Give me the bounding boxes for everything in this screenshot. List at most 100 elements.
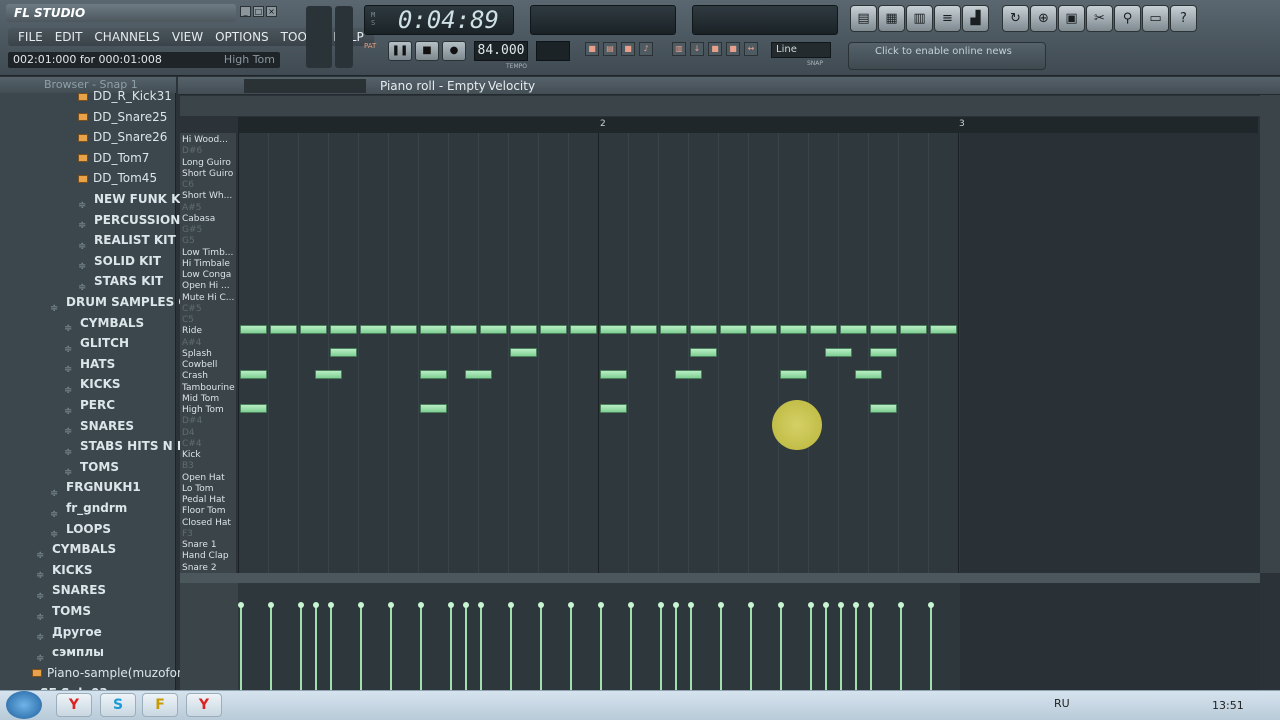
note[interactable] — [870, 325, 897, 335]
play-button[interactable]: ❚❚ — [388, 41, 412, 61]
notes-icon[interactable]: ▭ — [1142, 5, 1169, 32]
piano-key-label[interactable]: Crash — [182, 371, 236, 382]
browser-item[interactable]: ≑ LOOPS — [50, 519, 111, 539]
yandex-taskbar-icon[interactable]: Y — [56, 693, 92, 717]
browser-item[interactable]: ≑ NEW FUNK KIT — [78, 189, 193, 209]
piano-key-label[interactable]: D#6 — [182, 146, 236, 157]
piano-key-label[interactable]: C#5 — [182, 304, 236, 315]
browser-item[interactable]: ≑ KICKS — [64, 374, 121, 394]
velocity-stem[interactable] — [390, 605, 392, 691]
note[interactable] — [360, 325, 387, 335]
velocity-handle[interactable] — [718, 602, 724, 608]
note[interactable] — [420, 404, 447, 413]
note-grid-empty[interactable] — [960, 133, 1260, 573]
note[interactable] — [420, 370, 447, 380]
velocity-stem[interactable] — [930, 605, 932, 691]
note[interactable] — [840, 325, 867, 335]
velocity-stem[interactable] — [630, 605, 632, 691]
browser-item[interactable]: ≑ STARS KIT — [78, 271, 163, 291]
velocity-handle[interactable] — [478, 602, 484, 608]
velocity-stem[interactable] — [420, 605, 422, 691]
save-icon[interactable]: ▣ — [1058, 5, 1085, 32]
browser-item[interactable]: ≑ TOMS — [36, 601, 91, 621]
note[interactable] — [690, 347, 717, 357]
tool-icon-5[interactable]: ▥ — [672, 42, 686, 56]
plugin-icon[interactable]: ⊕ — [1030, 5, 1057, 32]
velocity-handle[interactable] — [823, 602, 829, 608]
piano-key-label[interactable]: Closed Hat — [182, 518, 236, 529]
piano-key-label[interactable]: C6 — [182, 180, 236, 191]
piano-key-label[interactable]: Snare 1 — [182, 540, 236, 551]
velocity-handle[interactable] — [298, 602, 304, 608]
piano-key-label[interactable]: Lo Tom — [182, 484, 236, 495]
velocity-stem[interactable] — [300, 605, 302, 691]
velocity-handle[interactable] — [628, 602, 634, 608]
browser-item[interactable]: ≑ HATS — [64, 354, 115, 374]
velocity-stem[interactable] — [780, 605, 782, 691]
piano-roll-icon[interactable]: ▥ — [906, 5, 933, 32]
note[interactable] — [900, 325, 927, 335]
song-time-display[interactable]: M S 0:04:89 — [364, 5, 514, 35]
note[interactable] — [570, 325, 597, 335]
note[interactable] — [450, 325, 477, 335]
master-volume-slider[interactable] — [306, 6, 332, 68]
piano-key-label[interactable]: F3 — [182, 529, 236, 540]
velocity-stem[interactable] — [315, 605, 317, 691]
browser-icon[interactable]: ≡ — [934, 5, 961, 32]
velocity-stem[interactable] — [600, 605, 602, 691]
browser-item[interactable]: ≑ KICKS — [36, 560, 93, 580]
velocity-stem[interactable] — [750, 605, 752, 691]
browser-item[interactable]: ≑ SNARES — [64, 416, 134, 436]
note[interactable] — [870, 404, 897, 413]
velocity-stem[interactable] — [870, 605, 872, 691]
piano-key-label[interactable]: D4 — [182, 428, 236, 439]
note[interactable] — [465, 370, 492, 380]
velocity-stem[interactable] — [660, 605, 662, 691]
browser-item[interactable]: ≑ CYMBALS — [64, 313, 144, 333]
piano-key-label[interactable]: Long Guiro — [182, 158, 236, 169]
note[interactable] — [690, 325, 717, 335]
velocity-stem[interactable] — [270, 605, 272, 691]
menu-view[interactable]: VIEW — [166, 28, 209, 46]
velocity-stem[interactable] — [720, 605, 722, 691]
mixer-icon[interactable]: ▟ — [962, 5, 989, 32]
note[interactable] — [240, 404, 267, 413]
note[interactable] — [540, 325, 567, 335]
note[interactable] — [390, 325, 417, 335]
piano-key-label[interactable]: D#4 — [182, 416, 236, 427]
clock[interactable]: 13:51 — [1212, 699, 1244, 712]
browser-item[interactable]: DD_Tom7 — [78, 148, 149, 168]
piano-key-label[interactable]: Hand Clap — [182, 551, 236, 562]
note[interactable] — [600, 370, 627, 380]
velocity-handle[interactable] — [748, 602, 754, 608]
velocity-handle[interactable] — [898, 602, 904, 608]
piano-key-label[interactable]: Cowbell — [182, 360, 236, 371]
velocity-handle[interactable] — [448, 602, 454, 608]
minimize-button[interactable]: _ — [240, 6, 251, 17]
velocity-stem[interactable] — [690, 605, 692, 691]
piano-key-label[interactable]: Open Hi ... — [182, 281, 236, 292]
velocity-handle[interactable] — [853, 602, 859, 608]
tempo-display[interactable]: 84.000 — [474, 41, 528, 61]
velocity-handle[interactable] — [673, 602, 679, 608]
velocity-stem[interactable] — [810, 605, 812, 691]
piano-key-label[interactable]: Short Wh... — [182, 191, 236, 202]
browser-item[interactable]: ≑ TOMS — [64, 457, 119, 477]
tool-icon-1[interactable]: ■ — [585, 42, 599, 56]
velocity-handle[interactable] — [238, 602, 244, 608]
piano-key-label[interactable]: Hi Timbale — [182, 259, 236, 270]
fl-studio-taskbar-icon[interactable]: F — [142, 693, 178, 717]
piano-key-label[interactable]: Short Guiro — [182, 169, 236, 180]
browser-item[interactable]: ≑ REALIST KIT — [78, 230, 176, 250]
note[interactable] — [510, 325, 537, 335]
note[interactable] — [630, 325, 657, 335]
browser-item[interactable]: Piano-sample(muzofon... — [32, 663, 196, 683]
note-grid[interactable] — [238, 133, 960, 573]
browser-item[interactable]: ≑ CYMBALS — [36, 539, 116, 559]
velocity-stem[interactable] — [900, 605, 902, 691]
tool-icon-7[interactable]: ■ — [708, 42, 722, 56]
note[interactable] — [810, 325, 837, 335]
piano-roll-toolbar[interactable] — [244, 79, 366, 93]
piano-key-label[interactable]: Low Conga — [182, 270, 236, 281]
piano-key-label[interactable]: High Tom — [182, 405, 236, 416]
